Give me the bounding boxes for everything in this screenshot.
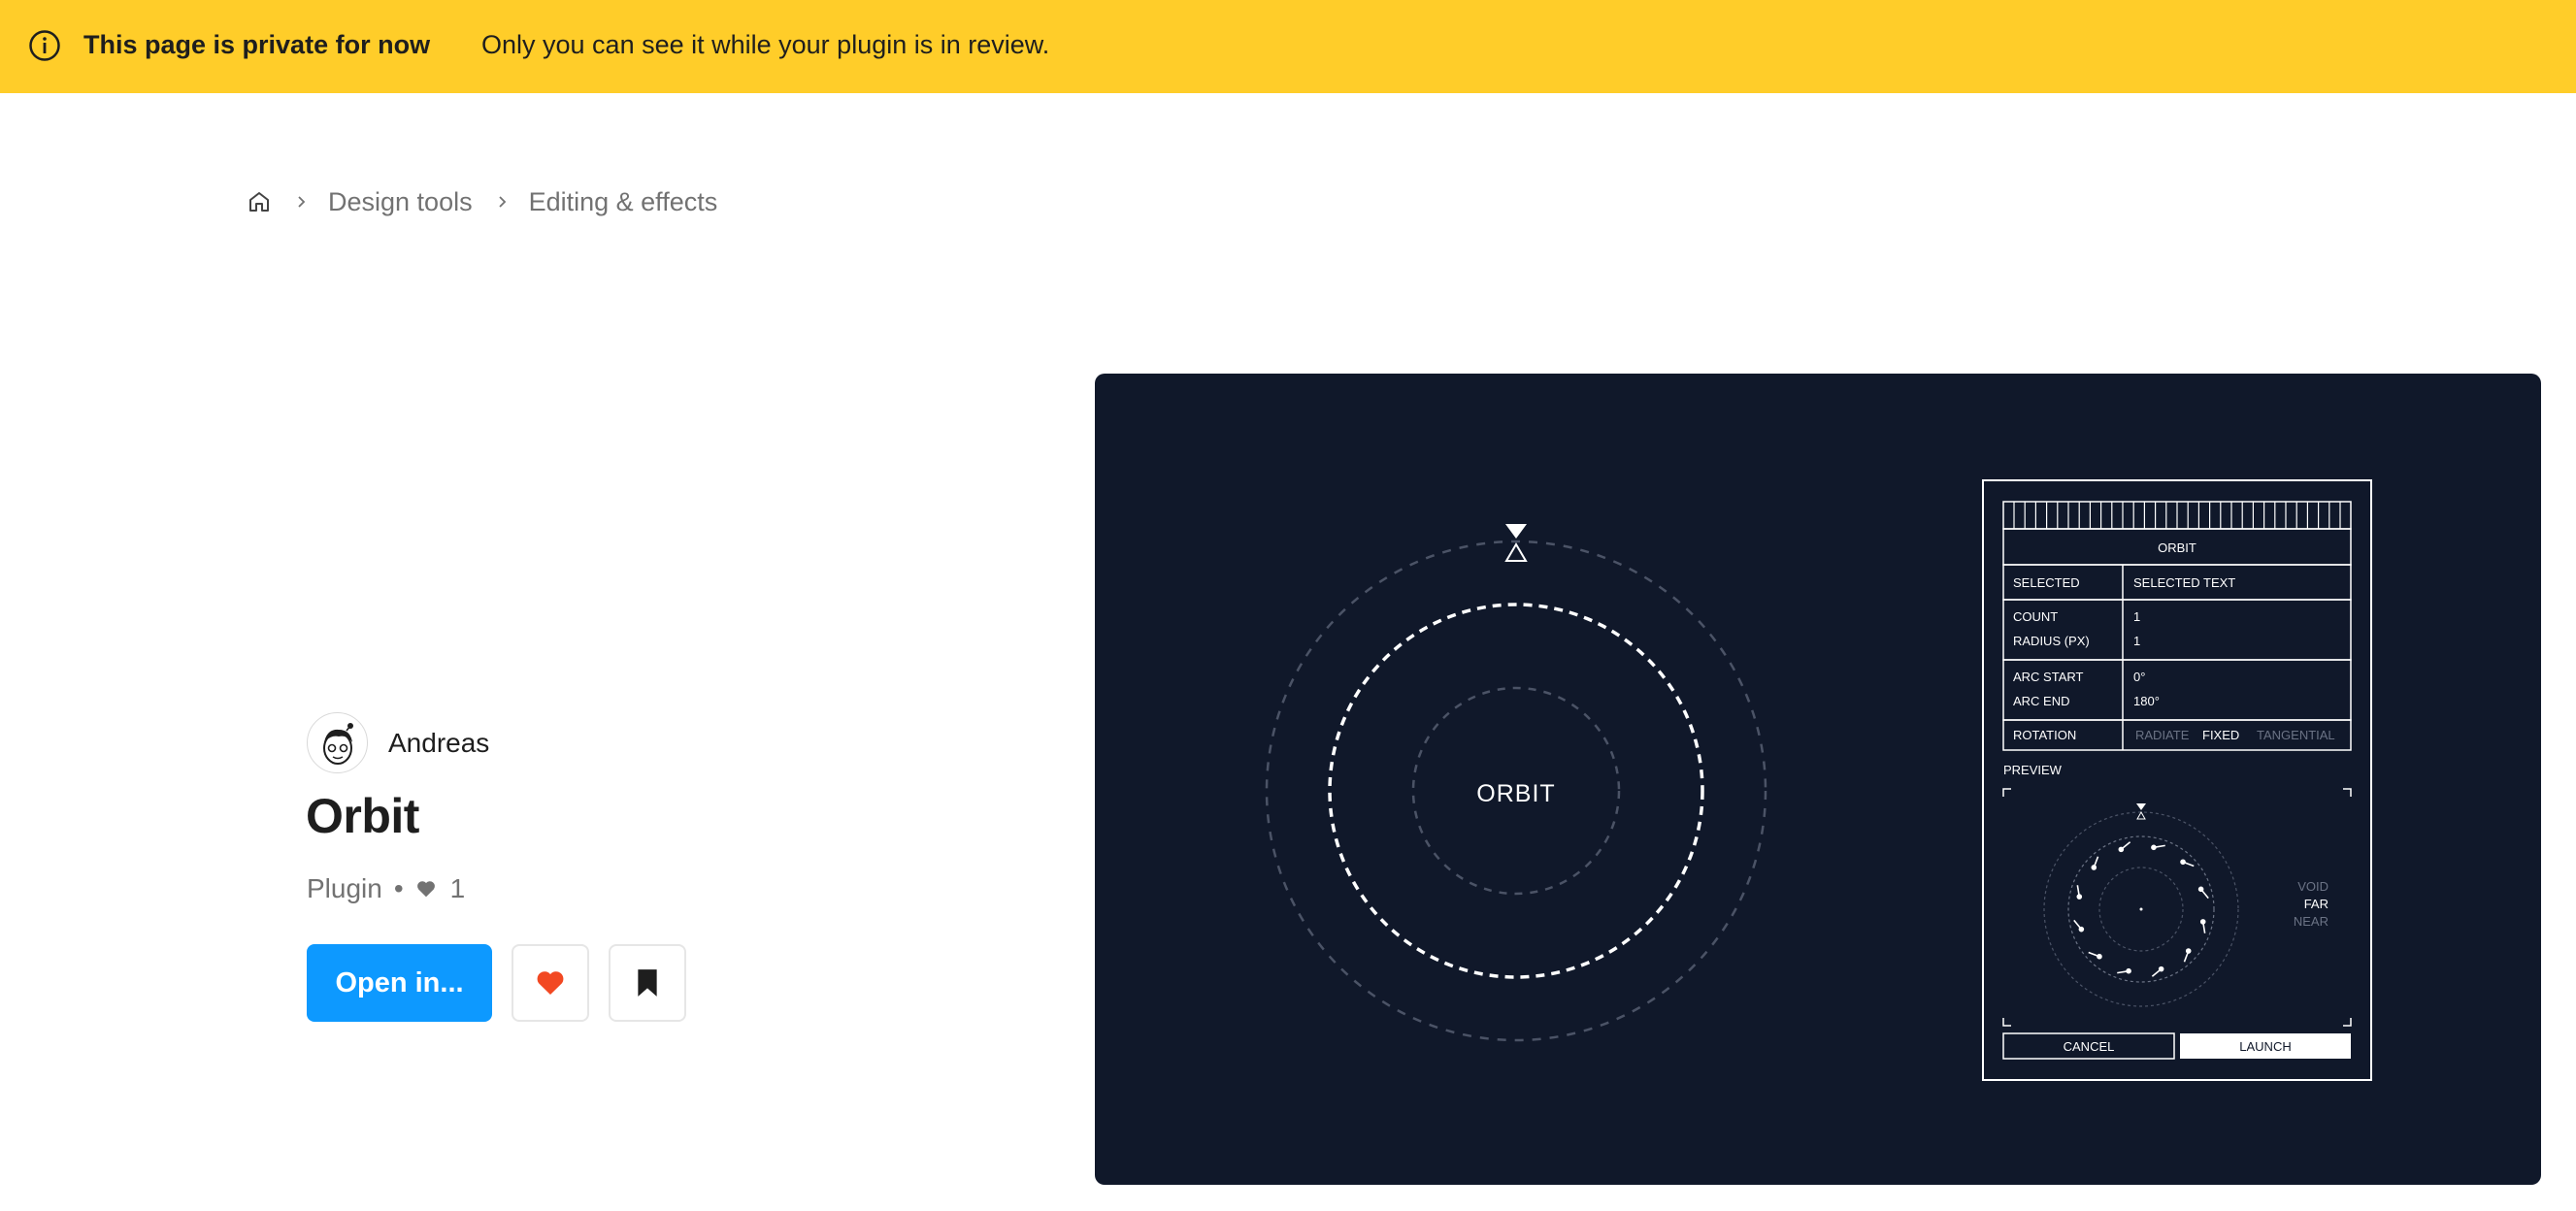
mini-orbit-dot <box>2185 948 2192 954</box>
row-count-label: COUNT <box>2013 609 2058 624</box>
mini-orbit-dot <box>2199 919 2206 925</box>
rotation-option-radiate: RADIATE <box>2135 728 2190 742</box>
orbit-center-label: ORBIT <box>1476 780 1555 807</box>
breadcrumb: Design tools Editing & effects <box>247 184 717 219</box>
home-icon[interactable] <box>247 189 272 214</box>
row-radius-label: RADIUS (PX) <box>2013 634 2090 648</box>
rotation-option-fixed: FIXED <box>2202 728 2239 742</box>
row-arc-start-label: ARC START <box>2013 670 2084 684</box>
row-selected-label: SELECTED <box>2013 575 2080 590</box>
row-arc-end-label: ARC END <box>2013 694 2070 708</box>
row-radius-value: 1 <box>2133 634 2140 648</box>
preview-label: PREVIEW <box>2003 763 2063 777</box>
info-icon <box>29 30 60 61</box>
chevron-right-icon <box>498 196 506 208</box>
avatar[interactable] <box>307 712 368 773</box>
mini-orbit-dot <box>2126 967 2131 974</box>
like-button[interactable] <box>512 944 589 1022</box>
mini-orbit-dot <box>2197 886 2204 893</box>
mini-orbit-dot <box>2076 894 2083 900</box>
rotation-label: ROTATION <box>2013 728 2076 742</box>
banner-title: This page is private for now <box>83 30 431 59</box>
row-arc-start-value: 0° <box>2133 670 2145 684</box>
rotation-option-tangential: TANGENTIAL <box>2257 728 2335 742</box>
heart-icon <box>537 971 564 995</box>
mini-orbit-dot <box>2118 846 2125 853</box>
ruler-strip <box>2002 501 2352 530</box>
depth-option-far: FAR <box>2304 897 2328 911</box>
mini-orbit-dot <box>2158 966 2164 972</box>
plugin-preview-image: ORBIT ORBIT SELECTED SELECTED TEXT COUNT… <box>1095 374 2541 1185</box>
chevron-right-icon <box>298 196 306 208</box>
depth-option-near: NEAR <box>2294 914 2328 929</box>
preview-frame-corners <box>2002 788 2352 1027</box>
bookmark-button[interactable] <box>609 944 686 1022</box>
author-name[interactable]: Andreas <box>388 728 489 759</box>
mini-orbit-dot <box>2151 844 2157 851</box>
page-title: Orbit <box>306 789 419 843</box>
depth-option-void: VOID <box>2297 879 2328 894</box>
mini-orbit-dot <box>2078 926 2085 933</box>
author-row[interactable]: Andreas <box>307 712 489 773</box>
mini-orbit-dot <box>2091 865 2097 870</box>
mini-orbit-dot <box>2097 953 2102 960</box>
meta-separator: • <box>393 873 404 903</box>
mock-cancel-label: CANCEL <box>2064 1039 2115 1054</box>
mini-orbit <box>2043 803 2239 1007</box>
banner-message: Only you can see it while your plugin is… <box>481 30 1050 59</box>
orbit-illustration: ORBIT ORBIT SELECTED SELECTED TEXT COUNT… <box>1265 479 2372 1081</box>
plugin-meta: Plugin • 1 <box>307 873 465 904</box>
plugin-type: Plugin <box>307 873 382 903</box>
row-arc-end-value: 180° <box>2133 694 2160 708</box>
plugin-ui-panel: ORBIT SELECTED SELECTED TEXT COUNT 1 RAD… <box>1982 479 2372 1081</box>
breadcrumb-design-tools[interactable]: Design tools <box>328 187 473 217</box>
heart-icon <box>416 881 435 898</box>
private-banner: This page is private for now Only you ca… <box>0 0 2576 93</box>
row-count-value: 1 <box>2133 609 2140 624</box>
mini-orbit-dot <box>2180 859 2186 866</box>
panel-title: ORBIT <box>2158 540 2196 555</box>
open-in-button[interactable]: Open in... <box>307 944 492 1022</box>
bookmark-icon <box>638 969 657 997</box>
breadcrumb-editing-effects[interactable]: Editing & effects <box>529 187 718 217</box>
mock-launch-label: LAUNCH <box>2239 1039 2291 1054</box>
like-count: 1 <box>449 873 466 903</box>
row-selected-value: SELECTED TEXT <box>2133 575 2235 590</box>
